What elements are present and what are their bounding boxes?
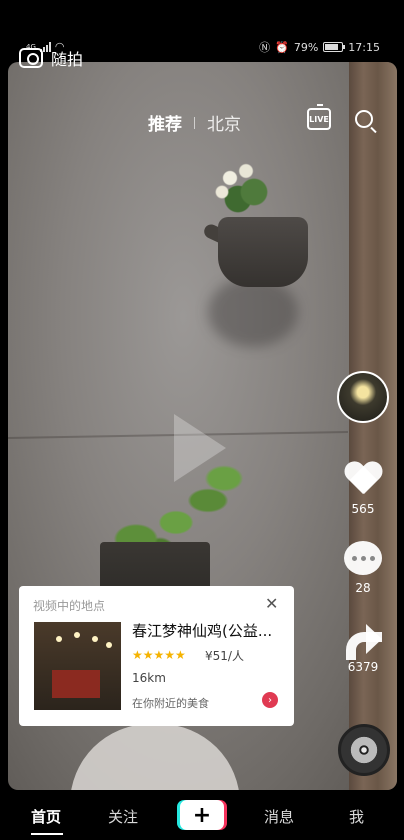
tab-separator bbox=[194, 116, 195, 129]
like-button[interactable]: 565 bbox=[336, 462, 390, 516]
home-underline bbox=[31, 833, 63, 835]
nearby-food-label: 在你附近的美食 bbox=[132, 697, 209, 710]
camera-icon bbox=[19, 48, 43, 68]
add-video-button[interactable]: + bbox=[180, 800, 224, 830]
white-vase bbox=[70, 724, 240, 790]
nav-home[interactable]: 首页 bbox=[31, 806, 61, 827]
lamp bbox=[56, 636, 62, 642]
location-card[interactable]: 视频中的地点 ✕ 春江梦神仙鸡(公益... ★★★★★ ¥51/人 16km 在… bbox=[19, 586, 294, 726]
battery-text: 79% bbox=[293, 40, 319, 54]
share-count: 6379 bbox=[347, 660, 379, 674]
card-header: 视频中的地点 bbox=[33, 599, 106, 613]
lamp bbox=[106, 642, 112, 648]
watering-can-pot bbox=[218, 217, 308, 287]
close-icon[interactable]: ✕ bbox=[265, 594, 278, 613]
search-icon[interactable] bbox=[355, 110, 373, 128]
feed-tabs: 推荐 北京 bbox=[148, 110, 241, 135]
arrow-right-icon[interactable]: › bbox=[262, 692, 278, 708]
nfc-icon: Ⓝ bbox=[259, 41, 271, 54]
lamp bbox=[92, 636, 98, 642]
nav-follow[interactable]: 关注 bbox=[108, 806, 138, 827]
heart-icon bbox=[344, 462, 382, 496]
comment-button[interactable]: 28 bbox=[336, 541, 390, 595]
price-per-person: ¥51/人 bbox=[205, 649, 244, 663]
camera-label: 随拍 bbox=[51, 50, 84, 69]
place-thumbnail[interactable] bbox=[34, 622, 121, 710]
like-count: 565 bbox=[351, 502, 375, 516]
wooden-post bbox=[349, 62, 397, 790]
share-icon bbox=[344, 620, 382, 660]
comment-icon bbox=[344, 541, 382, 575]
rating-stars: ★★★★★ bbox=[132, 648, 186, 662]
tab-recommend[interactable]: 推荐 bbox=[148, 110, 182, 135]
author-avatar[interactable] bbox=[337, 371, 389, 423]
camera-button[interactable]: 随拍 bbox=[19, 46, 83, 70]
alarm-icon: ⏰ bbox=[275, 40, 289, 54]
tab-city[interactable]: 北京 bbox=[207, 110, 241, 135]
lamp bbox=[74, 632, 80, 638]
plus-icon: + bbox=[192, 802, 212, 828]
distance: 16km bbox=[132, 671, 166, 685]
status-right: Ⓝ ⏰ 79% 17:15 bbox=[259, 39, 380, 55]
battery-icon bbox=[323, 42, 346, 52]
place-name[interactable]: 春江梦神仙鸡(公益... bbox=[132, 620, 282, 641]
pot-shadow bbox=[208, 277, 298, 347]
nav-me[interactable]: 我 bbox=[349, 806, 364, 827]
music-disc-icon[interactable] bbox=[338, 724, 390, 776]
share-button[interactable]: 6379 bbox=[336, 620, 390, 674]
nav-messages[interactable]: 消息 bbox=[264, 806, 294, 827]
shop-counter bbox=[52, 670, 100, 698]
bottom-nav: 首页 关注 + 消息 我 bbox=[0, 790, 404, 840]
flower-bunch bbox=[198, 150, 278, 220]
live-icon[interactable]: LIVE bbox=[307, 104, 331, 130]
clock: 17:15 bbox=[348, 40, 380, 54]
comment-count: 28 bbox=[355, 581, 371, 595]
